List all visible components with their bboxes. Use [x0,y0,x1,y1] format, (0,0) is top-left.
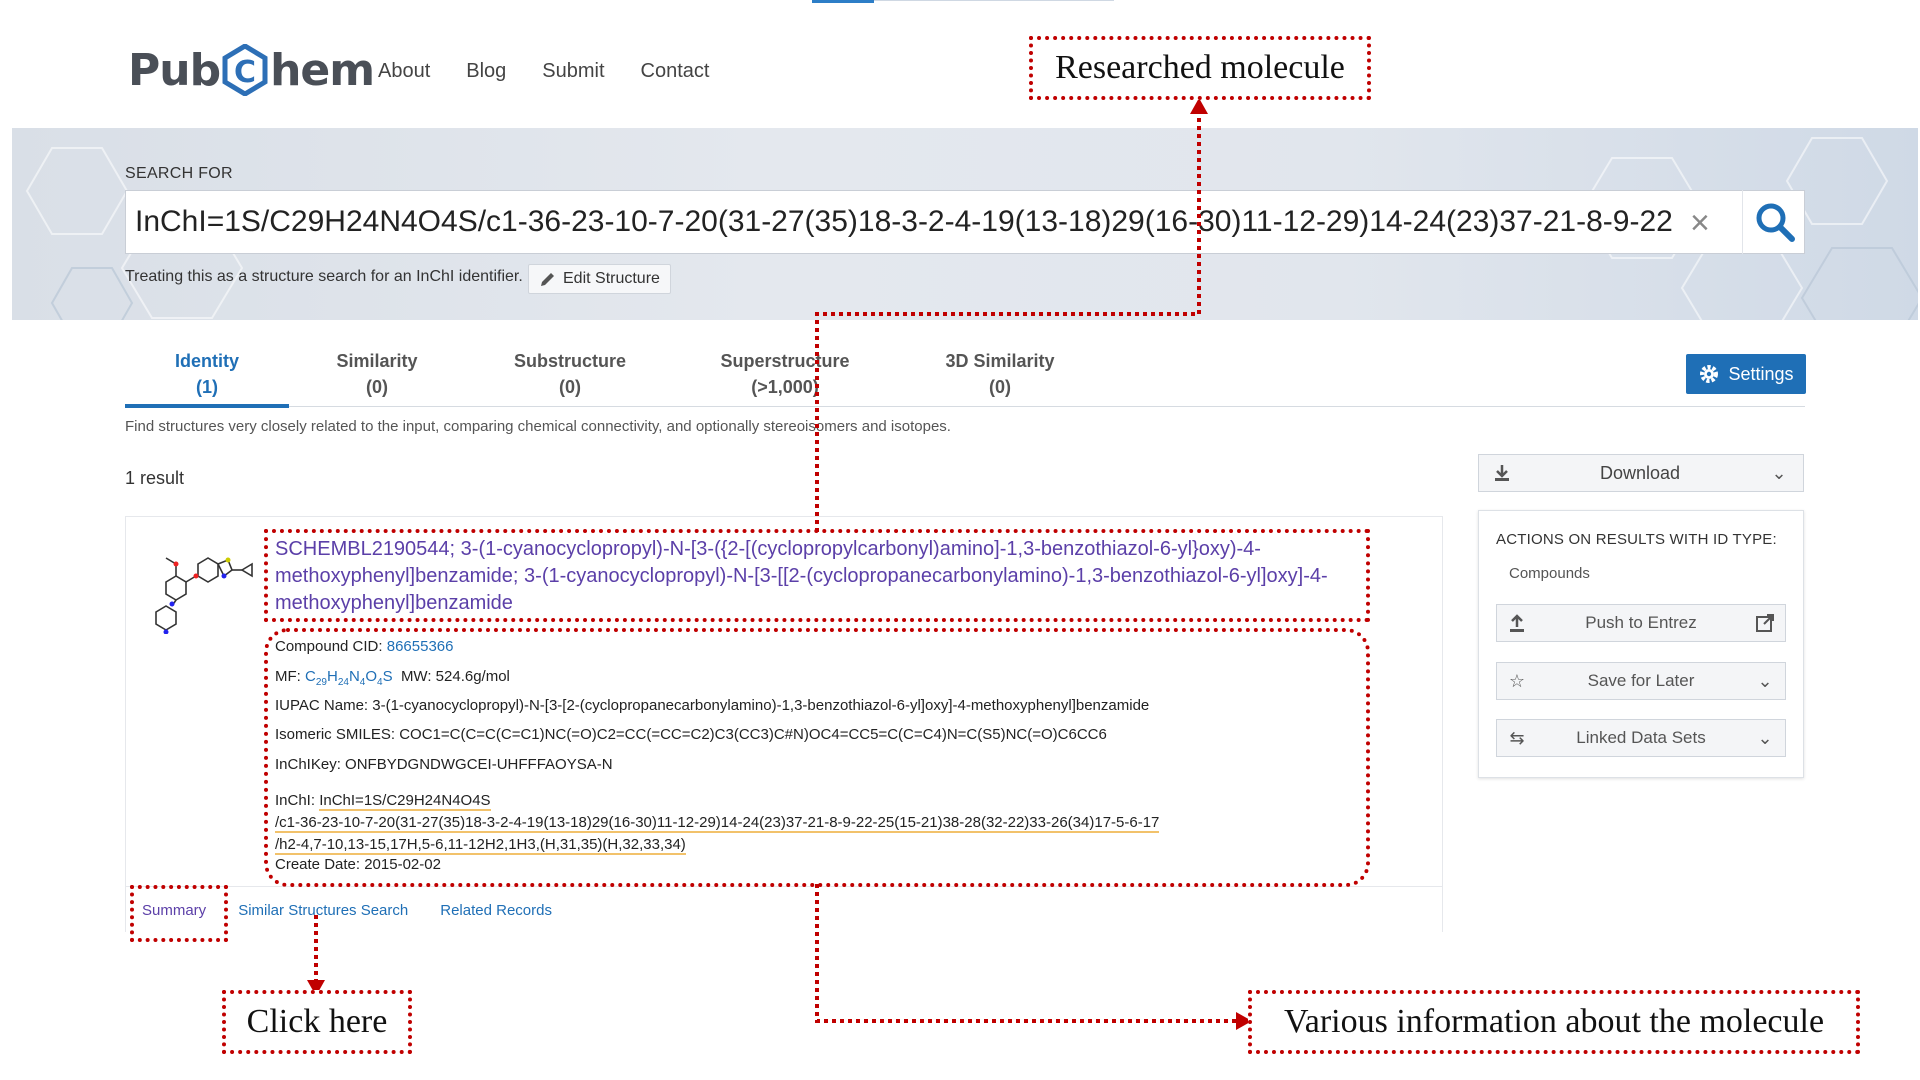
tab-bar-divider [125,406,1805,407]
search-for-label: SEARCH FOR [125,165,233,182]
save-for-later-button[interactable]: ☆ Save for Later ⌄ [1496,662,1786,700]
push-to-entrez-label: Push to Entrez [1585,613,1697,632]
settings-label: Settings [1728,363,1794,384]
gear-icon [1700,365,1719,383]
id-type-value: Compounds [1509,565,1590,582]
tab-substructure[interactable]: Substructure (0) [480,348,660,400]
click-here-label: Click here [222,990,412,1054]
annotation-info-box [264,628,1370,887]
annotation-summary-box [130,885,228,942]
logo-text-left: Pub [128,44,221,96]
tab-similarity[interactable]: Similarity (0) [302,348,452,400]
structure-search-note: Treating this as a structure search for … [125,268,523,285]
tab-identity-count: (1) [196,377,218,397]
annotation-title-box [264,529,1370,622]
chevron-down-icon: ⌄ [1771,462,1787,484]
tab-identity[interactable]: Identity (1) [125,348,289,400]
settings-button[interactable]: Settings [1686,354,1806,394]
actions-title: ACTIONS ON RESULTS WITH ID TYPE: [1496,531,1777,548]
clear-icon[interactable]: × [1690,204,1710,243]
similar-structures-link[interactable]: Similar Structures Search [238,902,408,919]
linked-data-sets-button[interactable]: ⇆ Linked Data Sets ⌄ [1496,719,1786,757]
tab-3d-similarity[interactable]: 3D Similarity (0) [910,348,1090,400]
download-label: Download [1599,462,1681,483]
tab-similarity-label: Similarity [336,351,418,371]
various-information-label: Various information about the molecule [1248,990,1860,1054]
top-nav: About Blog Submit Contact [378,60,709,83]
pubchem-logo[interactable]: Pub C hem [128,40,375,100]
tab-3d-similarity-count: (0) [989,377,1011,397]
related-records-link[interactable]: Related Records [440,902,552,919]
tab-identity-label: Identity [174,351,239,371]
tab-3d-similarity-label: 3D Similarity [945,351,1055,371]
save-for-later-label: Save for Later [1587,671,1695,690]
result-count: 1 result [125,468,185,488]
tab-superstructure[interactable]: Superstructure (>1,000) [690,348,880,400]
external-link-icon [1756,614,1774,632]
tab-similarity-count: (0) [366,377,388,397]
logo-hexagon-icon: C [222,44,268,96]
logo-text-right: hem [270,44,375,96]
nav-blog[interactable]: Blog [466,60,506,83]
search-input[interactable]: InChI=1S/C29H24N4O4S/c1-36-23-10-7-20(31… [135,190,1673,254]
tab-superstructure-label: Superstructure [720,351,850,371]
tab-description: Find structures very closely related to … [125,418,951,435]
structure-thumbnail[interactable] [136,534,256,634]
edit-structure-label: Edit Structure [563,270,660,287]
search-icon [1756,203,1795,242]
linked-data-sets-label: Linked Data Sets [1576,728,1706,747]
researched-molecule-label: Researched molecule [1029,36,1371,100]
tab-substructure-count: (0) [559,377,581,397]
tab-substructure-label: Substructure [513,351,627,371]
download-button[interactable]: Download ⌄ [1478,454,1804,492]
star-icon: ☆ [1508,670,1526,692]
download-icon [1495,465,1509,481]
top-progress-indicator [812,0,874,3]
pencil-icon [541,273,554,286]
nav-about[interactable]: About [378,60,430,83]
tab-superstructure-count: (>1,000) [751,377,819,397]
chevron-down-icon: ⌄ [1757,727,1773,749]
nav-contact[interactable]: Contact [641,60,710,83]
search-button[interactable] [1742,190,1806,254]
push-to-entrez-button[interactable]: Push to Entrez [1496,604,1786,642]
edit-structure-button[interactable]: Edit Structure [528,264,671,294]
swap-arrows-icon: ⇆ [1509,727,1525,749]
upload-icon [1510,614,1524,632]
chevron-down-icon: ⌄ [1757,670,1773,692]
active-tab-indicator [125,404,289,408]
nav-submit[interactable]: Submit [542,60,604,83]
top-indicator-track [874,0,1114,1]
logo-mark: C [234,55,256,90]
